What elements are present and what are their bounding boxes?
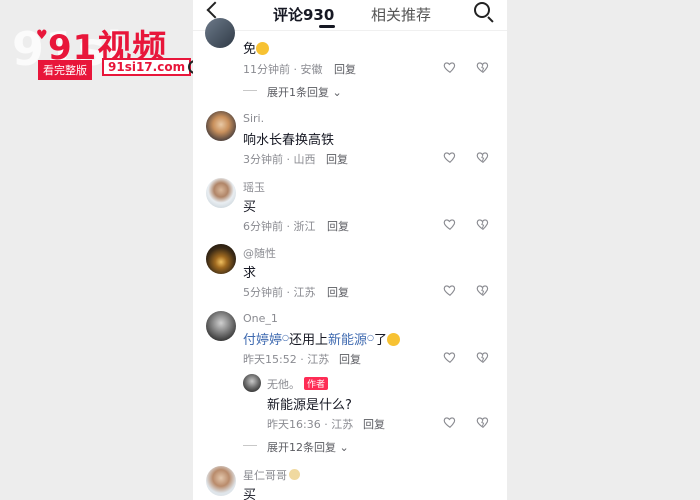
- comment-author[interactable]: 瑶玉: [243, 179, 265, 195]
- tab-active-indicator: [319, 25, 335, 28]
- comment-author[interactable]: Siri.: [243, 112, 264, 125]
- dislike-icon[interactable]: [476, 350, 490, 364]
- comment-text: 买: [243, 488, 257, 500]
- comment-text-end: 了: [374, 333, 388, 348]
- dislike-icon[interactable]: [476, 60, 490, 74]
- reply-button[interactable]: 回复: [339, 351, 361, 367]
- reply-meta: 昨天16:36 · 江苏: [267, 418, 354, 431]
- comment-meta: 6分钟前 · 浙江: [243, 220, 316, 233]
- mention-link[interactable]: 新能源: [328, 333, 367, 348]
- comment-meta: 5分钟前 · 江苏: [243, 286, 316, 299]
- comments-header: 评论930 相关推荐: [193, 0, 507, 31]
- expand-replies-label: 展开1条回复: [267, 86, 329, 99]
- back-icon[interactable]: [206, 1, 224, 19]
- search-icon: ○: [282, 333, 289, 342]
- tab-related[interactable]: 相关推荐: [371, 4, 431, 25]
- comment-text: 免: [243, 42, 257, 57]
- watermark-logo: 91si 91视频 ♥ ♥ 看完整版 91si17.com ☝: [6, 14, 216, 95]
- author-badge: 作者: [304, 377, 329, 390]
- dislike-icon[interactable]: [476, 415, 490, 429]
- avatar[interactable]: [243, 374, 261, 392]
- mention-link[interactable]: 付婷婷: [243, 333, 282, 348]
- like-icon[interactable]: [443, 350, 457, 364]
- reply-author[interactable]: 无他。: [267, 378, 300, 391]
- expand-replies-button[interactable]: 展开12条回复 ⌄: [267, 439, 349, 455]
- like-icon[interactable]: [443, 60, 457, 74]
- reply-button[interactable]: 回复: [326, 151, 348, 167]
- comment-text: 还用上: [289, 333, 329, 348]
- dislike-icon[interactable]: [476, 217, 490, 231]
- avatar[interactable]: [206, 244, 236, 274]
- expand-divider: [243, 445, 257, 446]
- like-icon[interactable]: [443, 150, 457, 164]
- laugh-cry-emoji-icon: [387, 333, 401, 346]
- like-icon[interactable]: [443, 415, 457, 429]
- comment-author[interactable]: 星仁哥哥: [243, 469, 287, 482]
- dislike-icon[interactable]: [476, 150, 490, 164]
- search-icon: ○: [367, 333, 375, 342]
- tab-comments[interactable]: 评论930: [273, 4, 334, 25]
- heart-decoration-icon: ♥: [36, 28, 48, 43]
- avatar[interactable]: [205, 18, 235, 48]
- avatar[interactable]: [206, 466, 236, 496]
- smile-emoji-icon: [256, 42, 270, 55]
- comments-panel: 评论930 相关推荐 免 11分钟前 · 安徽 回复 展开1条回复 ⌄ Siri…: [193, 0, 507, 500]
- comment-meta: 3分钟前 · 山西: [243, 153, 316, 166]
- watermark-tag: 看完整版: [38, 60, 92, 80]
- watermark-url: 91si17.com: [102, 58, 192, 76]
- reply-button[interactable]: 回复: [327, 284, 349, 300]
- comment-author[interactable]: One_1: [243, 312, 278, 325]
- comment-meta: 昨天15:52 · 江苏: [243, 353, 330, 366]
- chevron-down-icon: ⌄: [332, 86, 342, 99]
- comment-text: 求: [243, 266, 257, 281]
- avatar[interactable]: [206, 311, 236, 341]
- comment-text: 买: [243, 200, 257, 215]
- avatar[interactable]: [206, 111, 236, 141]
- user-badge-icon: [289, 469, 300, 480]
- comment-text: 响水长春换高铁: [243, 133, 335, 148]
- avatar[interactable]: [206, 178, 236, 208]
- expand-replies-label: 展开12条回复: [267, 441, 336, 454]
- reply-button[interactable]: 回复: [363, 416, 385, 432]
- like-icon[interactable]: [443, 217, 457, 231]
- expand-replies-button[interactable]: 展开1条回复 ⌄: [267, 84, 342, 100]
- reply-button[interactable]: 回复: [327, 218, 349, 234]
- like-icon[interactable]: [443, 283, 457, 297]
- search-icon[interactable]: [474, 2, 490, 18]
- chevron-down-icon: ⌄: [339, 441, 349, 454]
- reply-text: 新能源是什么?: [267, 398, 352, 413]
- dislike-icon[interactable]: [476, 283, 490, 297]
- expand-divider: [243, 90, 257, 91]
- comment-meta: 11分钟前 · 安徽: [243, 63, 323, 76]
- reply-button[interactable]: 回复: [334, 61, 356, 77]
- comment-author[interactable]: @随性: [243, 245, 276, 261]
